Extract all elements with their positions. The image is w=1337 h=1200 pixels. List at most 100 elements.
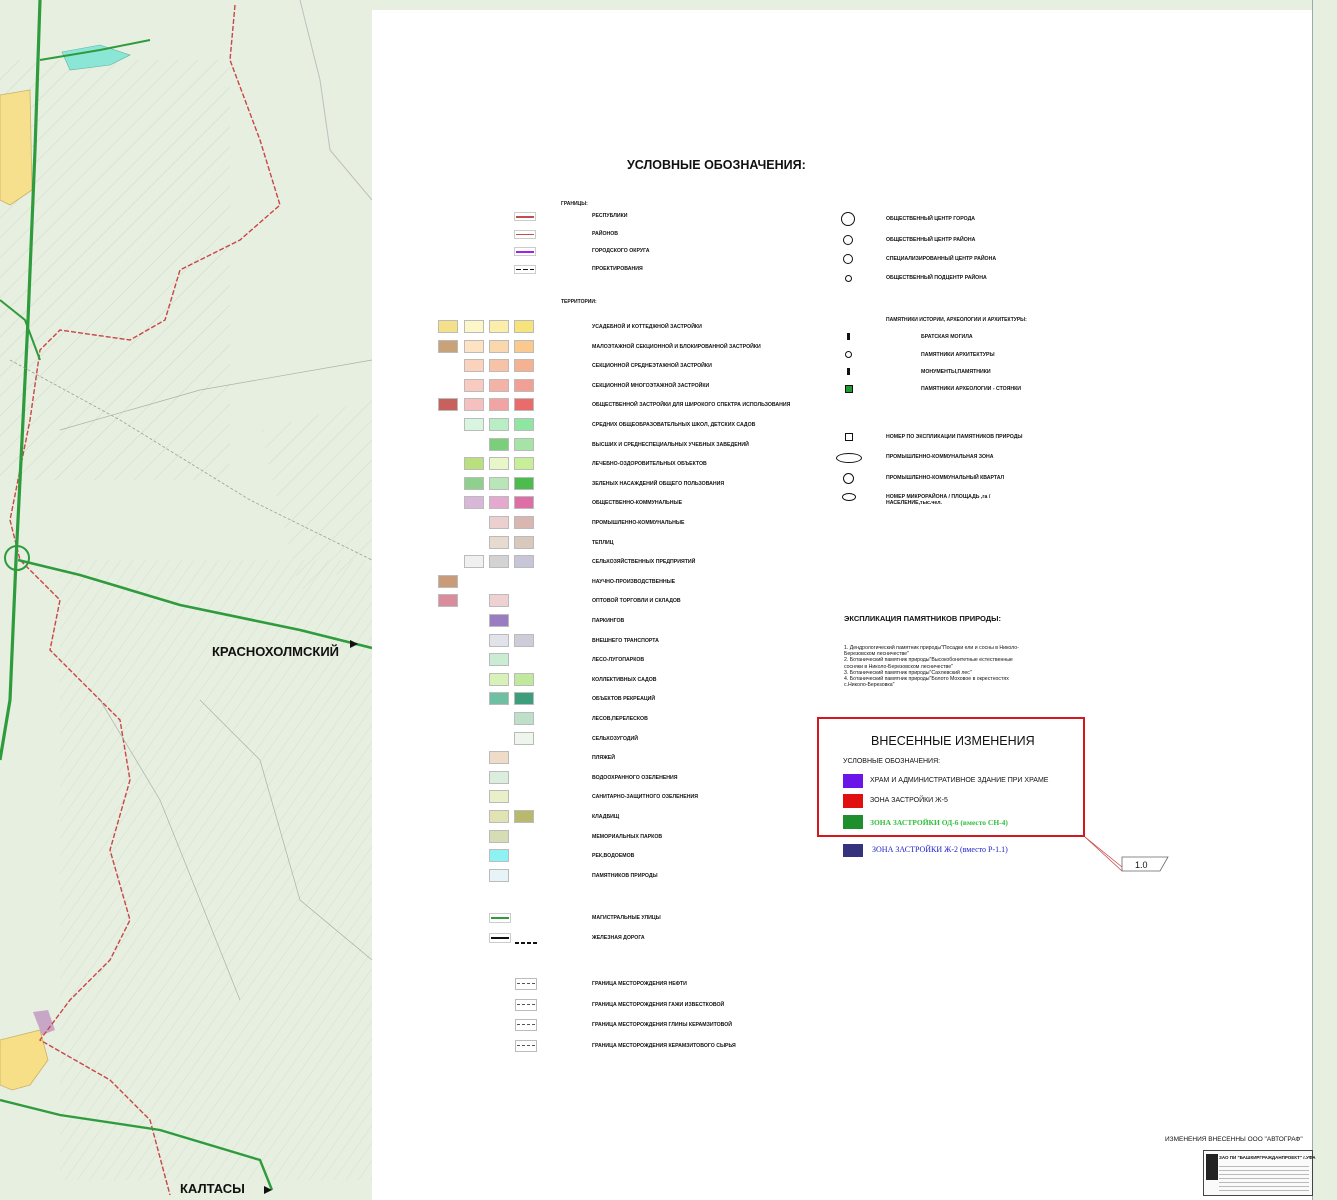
territory-label: ОБЩЕСТВЕННОЙ ЗАСТРОЙКИ ДЛЯ ШИРОКОГО СПЕК…: [592, 402, 791, 409]
territory-swatch: [489, 790, 509, 804]
center-label: ОБЩЕСТВЕННЫЙ ЦЕНТР РАЙОНА: [886, 237, 976, 243]
change-swatch: [843, 815, 863, 829]
territory-swatch: [489, 868, 509, 882]
territory-swatch: [489, 594, 509, 608]
territory-swatch: [464, 398, 484, 412]
monument-label: МОНУМЕНТЫ,ПАМЯТНИКИ: [921, 369, 991, 375]
border-label: ПРОЕКТИРОВАНИЯ: [592, 265, 643, 272]
explication-item: 4. Ботанический памятник природы"Болото …: [844, 676, 1009, 682]
territory-swatch: [489, 770, 509, 784]
org-logo-icon: [1206, 1154, 1218, 1180]
deposit-swatch: [515, 998, 537, 1011]
border-line: [516, 233, 534, 235]
territory-swatch: [489, 516, 509, 529]
border-swatch: [514, 264, 536, 274]
territory-label: ЗЕЛЕНЫХ НАСАЖДЕНИЙ ОБЩЕГО ПОЛЬЗОВАНИЯ: [592, 480, 725, 487]
territory-label: ЛЕСО-ЛУГОПАРКОВ: [592, 657, 645, 664]
road-label: МАГИСТРАЛЬНЫЕ УЛИЦЫ: [592, 915, 661, 921]
other-label: ПРОМЫШЛЕННО-КОММУНАЛЬНЫЙ КВАРТАЛ: [886, 475, 1005, 481]
deposit-line: [517, 1003, 535, 1005]
center-label: ОБЩЕСТВЕННЫЙ ЦЕНТР ГОРОДА: [886, 216, 976, 222]
territory-label: ПАРКИНГОВ: [592, 618, 625, 624]
change-label: ХРАМ И АДМИНИСТРАТИВНОЕ ЗДАНИЕ ПРИ ХРАМЕ: [870, 777, 1049, 784]
border-line: [516, 268, 534, 270]
city-center-icon: [841, 212, 855, 226]
territory-label: ВЫСШИХ И СРЕДНЕСПЕЦИАЛЬНЫХ УЧЕБНЫХ ЗАВЕД…: [592, 441, 749, 448]
territory-swatch: [514, 457, 534, 471]
deposit-label: ГРАНИЦА МЕСТОРОЖДЕНИЯ ГАЖИ ИЗВЕСТКОВОЙ: [592, 1001, 725, 1008]
explication-item: 2. Ботанический памятник природы"Высокоб…: [844, 657, 1013, 664]
border-label: РАЙОНОВ: [592, 230, 619, 237]
territory-label: КОЛЛЕКТИВНЫХ САДОВ: [592, 676, 657, 683]
road-line: [491, 937, 509, 939]
specialized-center-icon: [843, 254, 853, 264]
border-swatch: [514, 247, 536, 256]
territory-swatch: [464, 555, 484, 569]
deposit-label: ГРАНИЦА МЕСТОРОЖДЕНИЯ КЕРАМЗИТОВОГО СЫРЬ…: [592, 1042, 736, 1049]
revision-callout: [1084, 836, 1169, 872]
changes-extra-swatch: [843, 844, 863, 857]
deposit-swatch: [515, 1039, 537, 1052]
territory-swatch: [489, 398, 509, 412]
mass-grave-icon: [847, 333, 850, 340]
territory-swatch: [489, 378, 509, 392]
territory-swatch: [514, 476, 534, 490]
explication-item: с.Николо-Березовка": [844, 682, 895, 689]
explication-item: 1. Дендрологический памятник природы"Пос…: [844, 645, 1019, 651]
footer-note: ИЗМЕНЕНИЯ ВНЕСЕННЫ ООО "АВТОГРАФ": [1165, 1136, 1303, 1143]
territory-swatch: [489, 320, 509, 333]
territory-swatch: [514, 555, 534, 569]
territory-label: КЛАДБИЩ: [592, 814, 620, 820]
revision-number: 1.0: [1135, 860, 1148, 870]
road-swatch: [489, 913, 511, 923]
architecture-monument-icon: [845, 351, 852, 358]
territory-swatch: [489, 614, 509, 627]
territory-label: САНИТАРНО-ЗАЩИТНОГО ОЗЕЛЕНЕНИЯ: [592, 794, 698, 801]
territory-swatch: [438, 320, 458, 333]
territory-swatch: [489, 457, 509, 471]
territory-swatch: [514, 712, 534, 725]
changes-title: ВНЕСЕННЫЕ ИЗМЕНЕНИЯ: [871, 734, 1035, 748]
territory-swatch: [514, 359, 534, 373]
map-area[interactable]: КРАСНОХОЛМСКИЙ КАЛТАСЫ: [0, 0, 372, 1200]
territory-swatch: [489, 535, 509, 549]
map-label-krasnokholmsky: КРАСНОХОЛМСКИЙ: [212, 644, 339, 659]
explication-item: 3. Ботанический памятник природы"Сахлевс…: [844, 669, 972, 676]
territory-label: ЛЕЧЕБНО-ОЗДОРОВИТЕЛЬНЫХ ОБЪЕКТОВ: [592, 461, 707, 468]
road-line: [491, 917, 509, 919]
territory-swatch: [489, 418, 509, 431]
territory-label: ОБЪЕКТОВ РЕКРЕАЦИЙ: [592, 696, 656, 703]
legend-title: УСЛОВНЫЕ ОБОЗНАЧЕНИЯ:: [627, 158, 806, 172]
railway-swatch: [515, 938, 537, 948]
border-label: ГОРОДСКОГО ОКРУГА: [592, 248, 650, 254]
other-label: ПРОМЫШЛЕННО-КОММУНАЛЬНАЯ ЗОНА: [886, 454, 994, 460]
territory-label: ОБЩЕСТВЕННО-КОММУНАЛЬНЫЕ: [592, 500, 683, 507]
border-label: РЕСПУБЛИКИ: [592, 213, 628, 219]
border-line: [516, 216, 534, 218]
deposit-line: [517, 1024, 535, 1025]
territory-label: СРЕДНИХ ОБЩЕОБРАЗОВАТЕЛЬНЫХ ШКОЛ, ДЕТСКИ…: [592, 422, 756, 428]
industrial-block-icon: [843, 473, 854, 484]
territory-swatch: [489, 496, 509, 510]
territory-swatch: [464, 418, 484, 431]
territory-label: ВОДООХРАННОГО ОЗЕЛЕНЕНИЯ: [592, 774, 678, 781]
territory-label: МЕМОРИАЛЬНЫХ ПАРКОВ: [592, 833, 663, 840]
territory-swatch: [514, 320, 534, 333]
borders-heading: ГРАНИЦЫ:: [561, 201, 588, 207]
territory-label: УСАДЕБНОЙ И КОТТЕДЖНОЙ ЗАСТРОЙКИ: [592, 324, 702, 330]
territory-swatch: [514, 535, 534, 549]
territory-swatch: [514, 516, 534, 529]
territory-label: РЕК,ВОДОЕМОВ: [592, 853, 635, 860]
territory-label: СЕКЦИОННОЙ МНОГОЭТАЖНОЙ ЗАСТРОЙКИ: [592, 382, 710, 389]
territory-label: ТЕПЛИЦ: [592, 539, 614, 546]
map-top-strip: [372, 0, 1312, 10]
monument-label: ПАМЯТНИКИ АРХИТЕКТУРЫ: [921, 352, 995, 358]
territory-label: ВНЕШНЕГО ТРАНСПОРТА: [592, 637, 659, 644]
monument-icon: [847, 368, 850, 375]
territory-label: СЕЛЬХОЗЯЙСТВЕННЫХ ПРЕДПРИЯТИЙ: [592, 559, 696, 566]
change-label: ЗОНА ЗАСТРОЙКИ Ж-5: [870, 797, 948, 804]
territory-swatch: [514, 398, 534, 412]
territory-swatch: [514, 339, 534, 353]
deposit-line: [517, 983, 535, 984]
territory-swatch: [464, 320, 484, 333]
